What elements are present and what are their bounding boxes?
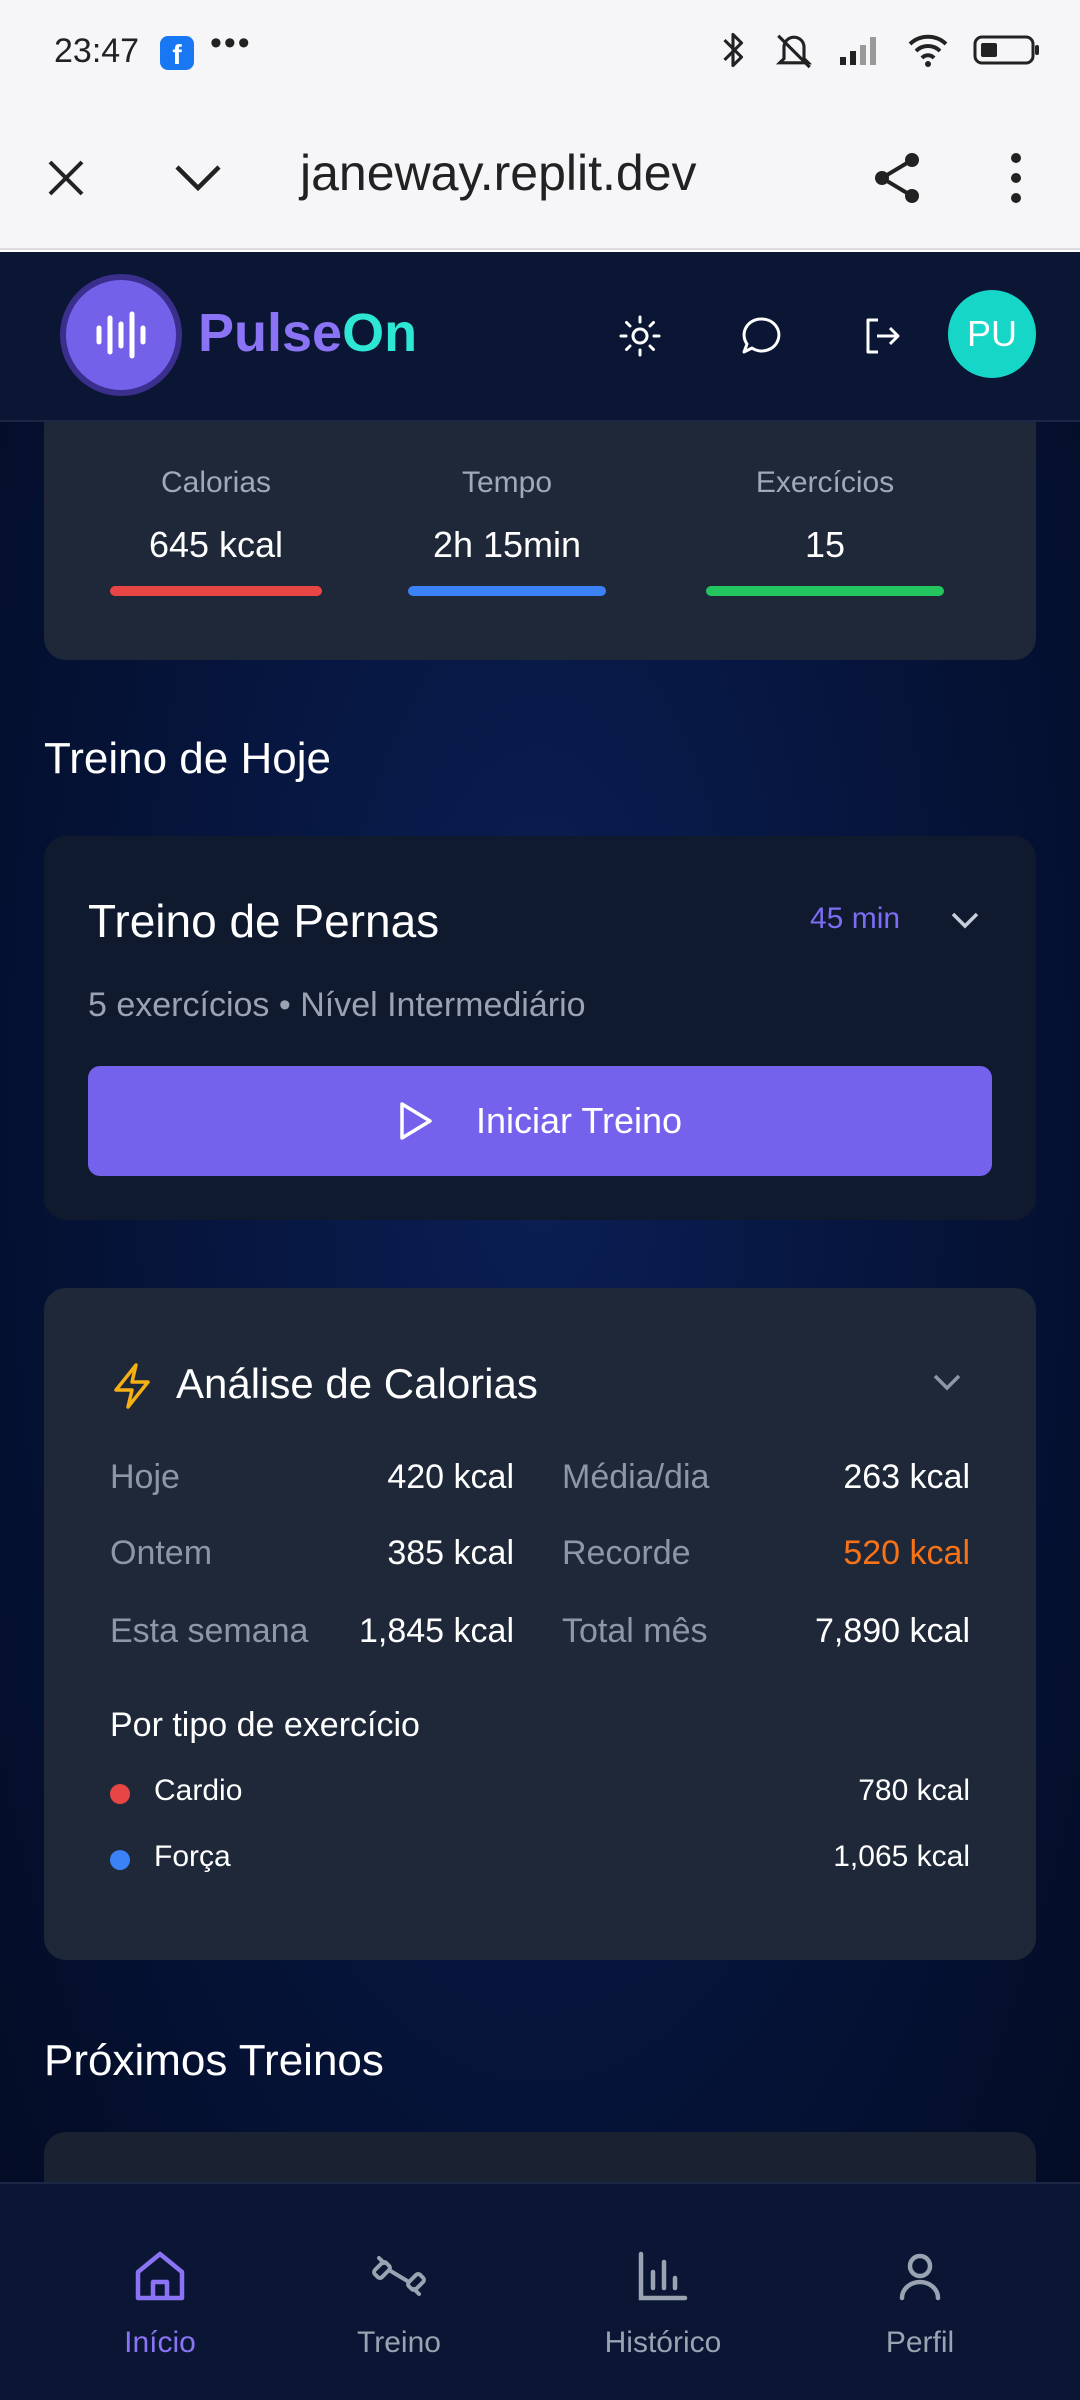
avatar[interactable]: PU [948, 290, 1036, 378]
chevron-down-icon [951, 912, 979, 929]
calorie-today-label: Hoje [110, 1458, 180, 1496]
nav-profile-label: Perfil [885, 2326, 955, 2359]
more-notifications-icon: ••• [210, 24, 252, 62]
stat-exercises-value: 15 [804, 524, 846, 565]
type-value: 1,065 kcal [833, 1840, 970, 1873]
stat-calories-value: 645 kcal [148, 524, 284, 565]
bluetooth-icon [723, 32, 744, 68]
type-name: Força [154, 1840, 231, 1873]
next-workouts-title: Próximos Treinos [44, 2036, 384, 2085]
type-row-strength: Força 1,065 kcal [110, 1840, 970, 1880]
user-icon [899, 2253, 941, 2301]
nav-history-label: Histórico [604, 2326, 722, 2359]
url-text[interactable]: janeway.replit.dev [300, 144, 697, 202]
by-type-title: Por tipo de exercício [110, 1706, 420, 1744]
calorie-week-label: Esta semana [110, 1612, 309, 1650]
start-workout-button[interactable]: Iniciar Treino [88, 1066, 992, 1176]
stat-time-label: Tempo [461, 466, 553, 499]
app-logo[interactable] [60, 274, 182, 396]
calorie-yesterday-label: Ontem [110, 1534, 213, 1572]
strength-dot [110, 1850, 130, 1870]
chat-icon [742, 317, 781, 354]
stat-time-value: 2h 15min [432, 524, 582, 565]
calorie-month-label: Total mês [562, 1612, 708, 1650]
chevron-down-icon [933, 1374, 961, 1391]
logout-button[interactable] [854, 308, 910, 364]
status-bar: 23:47 f ••• [0, 0, 1080, 106]
type-value: 780 kcal [858, 1774, 970, 1807]
share-button[interactable] [866, 146, 930, 210]
stat-exercises-bar [706, 586, 944, 596]
chevron-down-icon [175, 165, 221, 192]
lightning-icon [114, 1363, 150, 1409]
calorie-record-value: 520 kcal [843, 1534, 970, 1572]
workout-card: Treino de Pernas 45 min 5 exercícios • N… [44, 836, 1036, 1220]
status-icons [716, 30, 1042, 70]
calorie-analysis-title: Análise de Calorias [176, 1360, 538, 1407]
theme-toggle-button[interactable] [612, 308, 668, 364]
calorie-avg-value: 263 kcal [843, 1458, 970, 1496]
mute-icon [775, 34, 813, 69]
logout-icon [866, 318, 900, 354]
browser-toolbar: janeway.replit.dev [0, 106, 1080, 250]
calorie-avg-label: Média/dia [562, 1458, 710, 1496]
calorie-month-value: 7,890 kcal [815, 1612, 970, 1650]
signal-icon [840, 37, 876, 65]
app-viewport: PulseOn PU Calorias 645 kcal Tempo 2h 15… [0, 252, 1080, 2400]
soundwave-icon [96, 311, 146, 359]
stat-calories-bar [110, 586, 322, 596]
close-tab-button[interactable] [34, 146, 98, 210]
workout-expand-button[interactable] [950, 910, 980, 935]
more-vert-icon [1011, 153, 1021, 203]
today-section-title: Treino de Hoje [44, 734, 331, 783]
workout-subtitle: 5 exercícios • Nível Intermediário [88, 986, 586, 1024]
app-header: PulseOn PU [0, 252, 1080, 422]
stat-exercises-label: Exercícios [755, 466, 895, 499]
bar-chart-icon [638, 2251, 688, 2301]
brand-name-part2: On [342, 303, 418, 363]
nav-home-label: Início [124, 2326, 196, 2359]
collapse-button[interactable] [166, 146, 230, 210]
bottom-navigation: Início Treino Histórico Perfil [0, 2182, 1080, 2400]
workout-title: Treino de Pernas [88, 895, 440, 947]
browser-menu-button[interactable] [984, 146, 1048, 210]
facebook-icon: f [160, 36, 194, 70]
nav-workout[interactable]: Treino [299, 2246, 499, 2360]
cardio-dot [110, 1784, 130, 1804]
calorie-week-value: 1,845 kcal [359, 1612, 514, 1650]
home-icon [135, 2251, 185, 2301]
type-row-cardio: Cardio 780 kcal [110, 1774, 970, 1814]
brand-name-part1: Pulse [198, 303, 343, 363]
nav-workout-label: Treino [357, 2326, 441, 2359]
calorie-analysis-card: Análise de Calorias Hoje 420 kcal Média/… [44, 1288, 1036, 1960]
nav-home[interactable]: Início [60, 2246, 260, 2360]
wifi-icon [908, 34, 948, 67]
start-workout-label: Iniciar Treino [475, 1100, 683, 1141]
calorie-yesterday-value: 385 kcal [387, 1534, 514, 1572]
calorie-today-value: 420 kcal [387, 1458, 514, 1496]
calorie-collapse-button[interactable] [932, 1372, 962, 1397]
stat-calories-label: Calorias [160, 466, 272, 499]
dumbbell-icon [372, 2256, 426, 2296]
type-name: Cardio [154, 1774, 243, 1807]
nav-profile[interactable]: Perfil [820, 2246, 1020, 2360]
chat-button[interactable] [733, 308, 789, 364]
status-time: 23:47 [54, 32, 140, 70]
brand-name: PulseOn [198, 302, 417, 364]
calorie-record-label: Recorde [562, 1534, 691, 1572]
sun-icon [619, 315, 661, 357]
share-icon [875, 153, 919, 203]
workout-duration: 45 min [810, 902, 901, 935]
nav-history[interactable]: Histórico [563, 2246, 763, 2360]
stat-time-bar [408, 586, 606, 596]
battery-icon [973, 35, 1039, 65]
play-icon [400, 1102, 432, 1140]
close-icon [48, 160, 84, 196]
